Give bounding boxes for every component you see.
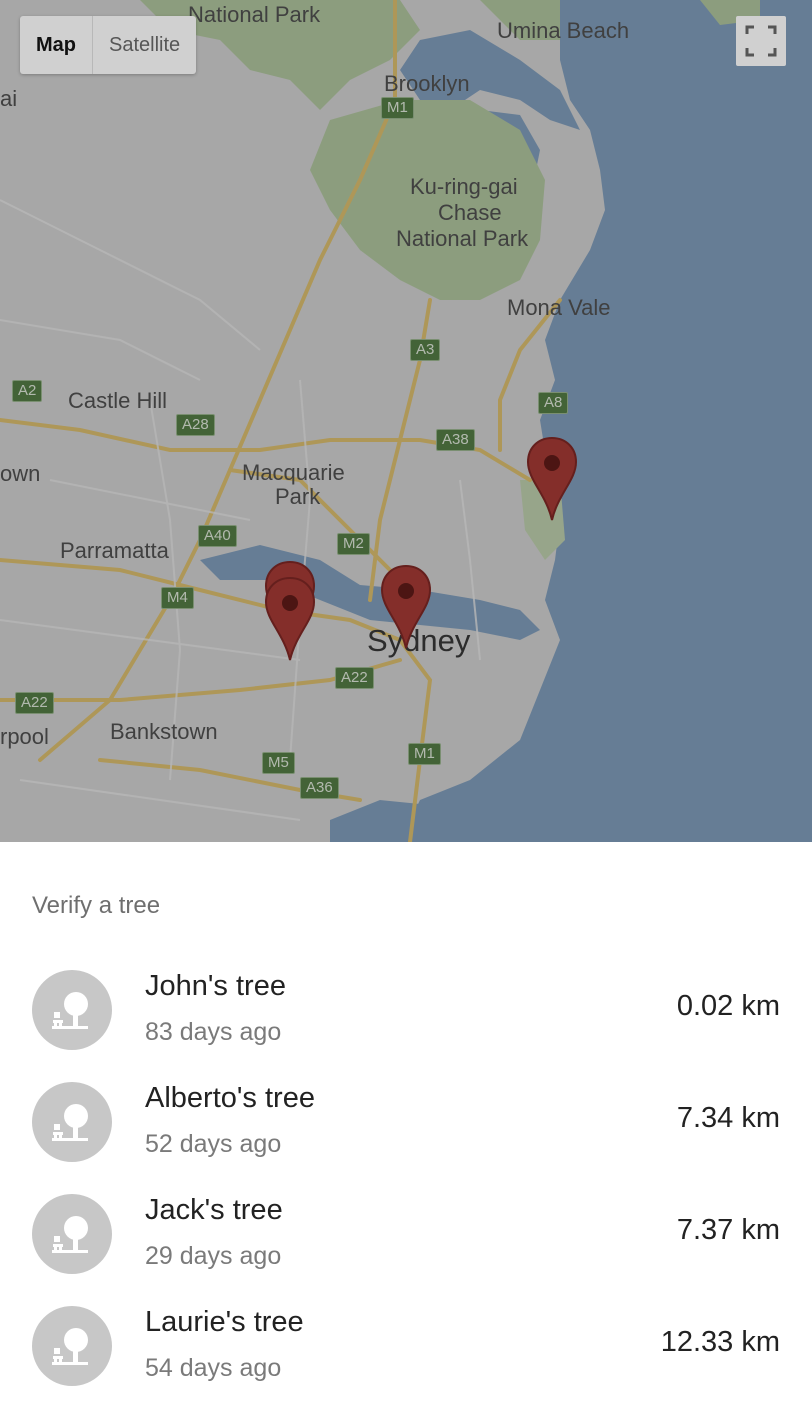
place-label-bankstown: Bankstown xyxy=(110,719,218,744)
tree-distance: 7.34 km xyxy=(676,1102,780,1134)
place-label-kuringgai-line-1: Ku-ring-gai xyxy=(410,174,518,199)
tree-distance: 0.02 km xyxy=(676,990,780,1022)
tree-age: 54 days ago xyxy=(145,1354,282,1382)
road-shield-m1-top: M1 xyxy=(381,97,414,119)
tree-name: Alberto's tree xyxy=(145,1082,315,1114)
map-pin-icon[interactable] xyxy=(380,564,432,650)
place-label-mona-vale: Mona Vale xyxy=(507,295,611,320)
road-shield-a36: A36 xyxy=(300,777,339,799)
fullscreen-button[interactable] xyxy=(736,16,786,66)
tree-age: 52 days ago xyxy=(145,1130,282,1158)
road-shield-m4: M4 xyxy=(161,587,194,609)
place-label-macquarie-line-2: Park xyxy=(275,484,321,509)
tree-avatar xyxy=(32,970,112,1050)
map-type-control: Map Satellite xyxy=(20,16,197,74)
tree-distance: 7.37 km xyxy=(676,1214,780,1246)
road-shield-a38: A38 xyxy=(436,429,475,451)
tree-icon xyxy=(52,1328,88,1365)
road-shield-a40: A40 xyxy=(198,525,237,547)
tree-name: Jack's tree xyxy=(145,1194,283,1226)
place-label-cut-left-1: ai xyxy=(0,86,18,111)
fullscreen-icon xyxy=(745,25,777,57)
map-type-satellite-button[interactable]: Satellite xyxy=(93,16,196,74)
tree-age: 29 days ago xyxy=(145,1242,282,1270)
place-label-castle-hill: Castle Hill xyxy=(68,388,168,413)
tree-icon xyxy=(52,992,88,1029)
tree-name: John's tree xyxy=(145,970,286,1002)
map-pin-icon[interactable] xyxy=(264,576,316,662)
road-shield-m5: M5 xyxy=(262,752,295,774)
place-label-cut-left-2: own xyxy=(0,461,41,486)
tree-name: Laurie's tree xyxy=(145,1306,304,1338)
road-shield-a2: A2 xyxy=(12,380,43,402)
road-shield-m1-bottom: M1 xyxy=(408,743,441,765)
road-shield-a22-mid: A22 xyxy=(335,667,374,689)
place-label-parramatta: Parramatta xyxy=(60,538,169,563)
road-shield-m2: M2 xyxy=(337,533,370,555)
map-pin-icon[interactable] xyxy=(526,436,578,522)
place-label-kuringgai-line-3: National Park xyxy=(396,226,529,251)
tree-list-item[interactable]: Jack's tree 29 days ago 7.37 km xyxy=(0,1178,812,1290)
road-shield-a3: A3 xyxy=(410,339,441,361)
map-base xyxy=(0,0,812,842)
road-shield-a8: A8 xyxy=(538,392,569,414)
tree-avatar xyxy=(32,1306,112,1386)
tree-avatar xyxy=(32,1194,112,1274)
panel-title: Verify a tree xyxy=(32,892,161,919)
tree-list-item[interactable]: John's tree 83 days ago 0.02 km xyxy=(0,954,812,1066)
place-label-national-park-top: National Park xyxy=(188,2,321,27)
place-label-cut-left-3: rpool xyxy=(0,724,49,749)
road-shield-a22-left: A22 xyxy=(15,692,54,714)
place-label-brooklyn: Brooklyn xyxy=(384,71,470,96)
tree-list-item[interactable]: Alberto's tree 52 days ago 7.34 km xyxy=(0,1066,812,1178)
road-shield-a28: A28 xyxy=(176,414,215,436)
tree-age: 83 days ago xyxy=(145,1018,282,1046)
map-type-map-button[interactable]: Map xyxy=(20,16,93,74)
place-label-macquarie-line-1: Macquarie xyxy=(242,460,345,485)
place-label-umina-beach: Umina Beach xyxy=(497,18,630,43)
map-view[interactable]: National Park Umina Beach ai Brooklyn Ku… xyxy=(0,0,812,842)
place-label-kuringgai-line-2: Chase xyxy=(438,200,502,225)
tree-icon xyxy=(52,1216,88,1253)
tree-avatar xyxy=(32,1082,112,1162)
tree-list-item[interactable]: Laurie's tree 54 days ago 12.33 km xyxy=(0,1290,812,1402)
tree-icon xyxy=(52,1104,88,1141)
tree-distance: 12.33 km xyxy=(660,1326,780,1358)
verify-tree-panel: Verify a tree John's tree 83 days ago 0.… xyxy=(0,842,812,1420)
